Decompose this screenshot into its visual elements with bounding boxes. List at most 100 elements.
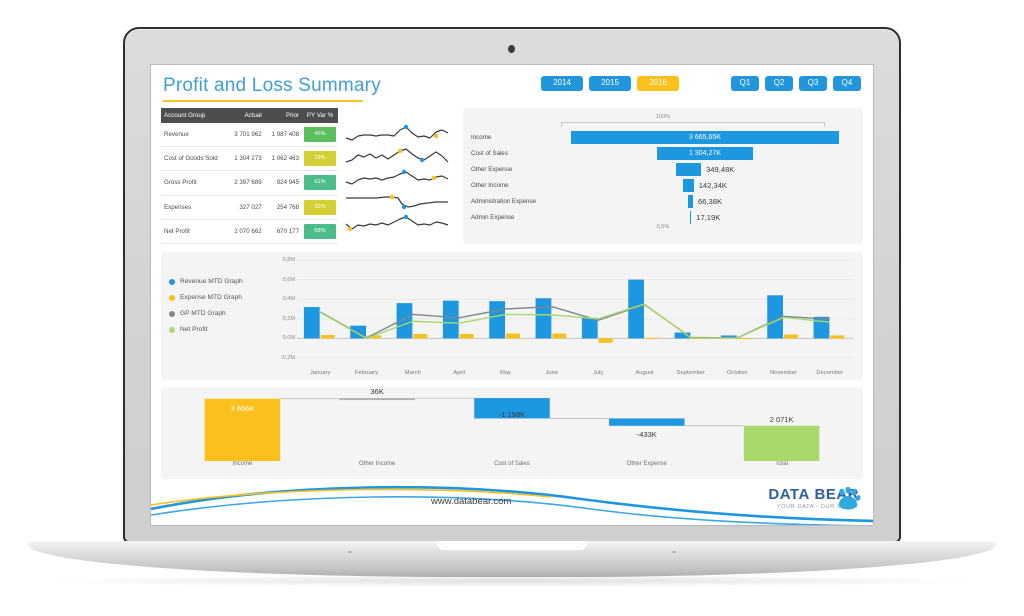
table-row[interactable]: Expenses327 027254 76822% (161, 195, 338, 219)
waterfall-value-label: -433K (637, 430, 657, 439)
legend-swatch (169, 327, 175, 333)
th-prior[interactable]: Prior (265, 108, 302, 123)
funnel-row-track: 1 304,27K (555, 147, 855, 160)
screenshot-stage: Profit and Loss Summary 201420152016 Q1Q… (0, 0, 1024, 616)
funnel-row-track: 17,19K (555, 211, 855, 224)
table-row[interactable]: Gross Profit2 397 689924 94561% (161, 171, 338, 195)
cell-py-var: 68% (302, 219, 338, 243)
x-tick-label: January (297, 370, 343, 376)
combo-chart-legend: Revenue MTD Graph Expense MTD Graph GP MTD… (169, 260, 273, 376)
cell-actual: 2 070 662 (227, 219, 264, 243)
year-slicer[interactable]: 2014 2015 2016 (541, 76, 679, 91)
funnel-row-label: Other Income (471, 182, 555, 189)
funnel-bar[interactable] (676, 163, 701, 176)
sparkline-row-5 (344, 212, 450, 233)
funnel-row-track: 349,48K (555, 163, 855, 176)
year-button-2014[interactable]: 2014 (541, 76, 583, 91)
py-var-chip: 19% (304, 151, 336, 166)
combo-chart-svg (297, 260, 853, 358)
x-tick-label: March (390, 370, 436, 376)
py-var-chip: 46% (304, 127, 336, 142)
quarter-button-Q2[interactable]: Q2 (765, 76, 793, 91)
footer-url[interactable]: www.databear.com (431, 496, 511, 507)
sparkline-row-3 (344, 168, 450, 189)
laptop-base-dot-left (348, 551, 352, 553)
brand-name-first: DATA (768, 486, 809, 503)
funnel-bar[interactable] (688, 195, 693, 208)
year-button-2016[interactable]: 2016 (637, 76, 679, 91)
cell-actual: 327 027 (227, 195, 264, 219)
funnel-row-track: 66,38K (555, 195, 855, 208)
funnel-bar[interactable] (683, 179, 694, 192)
laptop-base-dot-right (672, 551, 676, 553)
table-row[interactable]: Revenue3 701 9621 987 40846% (161, 123, 338, 147)
funnel-row[interactable]: Income3 665,65K (471, 130, 855, 144)
x-tick-label: August (621, 370, 667, 376)
legend-item[interactable]: Net Profit (169, 326, 273, 333)
waterfall-value-label: 2 071K (770, 415, 794, 424)
waterfall-plot[interactable]: 3 666K36K-1 198K-433K2 071K (175, 391, 849, 461)
table-row[interactable]: Net Profit2 070 662670 17768% (161, 219, 338, 243)
quarter-button-Q3[interactable]: Q3 (799, 76, 827, 91)
x-tick-label: December (807, 370, 853, 376)
y-tick-label: 0,0M (283, 335, 295, 341)
quarter-button-Q4[interactable]: Q4 (833, 76, 861, 91)
funnel-row[interactable]: Admin Expense17,19K (471, 210, 855, 224)
cell-account-group: Cost of Goods Sold (161, 147, 227, 171)
th-actual[interactable]: Actual (227, 108, 264, 123)
waterfall-category-label: Total (714, 461, 849, 467)
legend-swatch (169, 311, 175, 317)
legend-label: Net Profit (180, 326, 207, 333)
waterfall-chart-card: 3 666K36K-1 198K-433K2 071K IncomeOther … (161, 387, 863, 479)
funnel-bar[interactable]: 1 304,27K (657, 147, 752, 160)
combo-chart-plot[interactable] (297, 260, 853, 370)
funnel-row[interactable]: Administration Expense66,38K (471, 194, 855, 208)
y-tick-label: -0,2M (281, 355, 295, 361)
page-title-text: Profit and Loss Summary (161, 73, 383, 100)
legend-swatch (169, 295, 175, 301)
y-tick-label: 0,6M (283, 277, 295, 283)
cell-prior: 254 768 (265, 195, 302, 219)
funnel-bar-value: 17,19K (696, 213, 720, 222)
waterfall-value-label: 3 666K (231, 404, 255, 413)
legend-item[interactable]: GP MTD Graph (169, 310, 273, 317)
sparkline-row-2 (344, 146, 450, 167)
quarter-slicer[interactable]: Q1 Q2 Q3 Q4 (731, 76, 861, 91)
funnel-row[interactable]: Other Income142,34K (471, 178, 855, 192)
funnel-row[interactable]: Other Expense349,48K (471, 162, 855, 176)
cell-py-var: 46% (302, 123, 338, 147)
sparkline-column (338, 108, 454, 244)
table-row[interactable]: Cost of Goods Sold1 304 2731 062 46319% (161, 147, 338, 171)
funnel-row[interactable]: Cost of Sales1 304,27K (471, 146, 855, 160)
th-account-group[interactable]: Account Group (161, 108, 227, 123)
combo-chart-y-axis: 0,8M0,6M0,4M0,2M0,0M-0,2M (273, 260, 297, 370)
legend-item[interactable]: Expense MTD Graph (169, 294, 273, 301)
title-underline (163, 100, 363, 102)
laptop-shadow (40, 575, 984, 587)
th-py-var[interactable]: PY Var % (302, 108, 338, 123)
cell-prior: 1 062 463 (265, 147, 302, 171)
legend-item[interactable]: Revenue MTD Graph (169, 278, 273, 285)
sparkline-row-4 (344, 190, 450, 211)
funnel-bar[interactable]: 3 665,65K (571, 131, 839, 144)
laptop-base-notch (437, 541, 587, 550)
funnel-axis (561, 122, 825, 127)
x-tick-label: October (714, 370, 760, 376)
cell-py-var: 19% (302, 147, 338, 171)
funnel-top-label: 100% (471, 114, 855, 120)
cell-actual: 3 701 962 (227, 123, 264, 147)
funnel-bar[interactable] (690, 211, 692, 224)
funnel-row-label: Other Expense (471, 166, 555, 173)
year-button-2015[interactable]: 2015 (589, 76, 631, 91)
dashboard-footer: www.databear.com DATA BEAR YOUR DATA - O… (151, 479, 873, 525)
quarter-button-Q1[interactable]: Q1 (731, 76, 759, 91)
paw-print-icon (835, 487, 861, 511)
cell-prior: 1 987 408 (265, 123, 302, 147)
x-tick-label: September (668, 370, 714, 376)
dashboard-canvas: Profit and Loss Summary 201420152016 Q1Q… (151, 65, 873, 525)
account-group-table: Account Group Actual Prior PY Var % Reve… (161, 108, 338, 244)
x-tick-label: April (436, 370, 482, 376)
brand-logo: DATA BEAR YOUR DATA - OUR STORY (768, 487, 859, 510)
legend-label: Revenue MTD Graph (180, 278, 243, 285)
waterfall-category-label: Income (175, 461, 310, 467)
